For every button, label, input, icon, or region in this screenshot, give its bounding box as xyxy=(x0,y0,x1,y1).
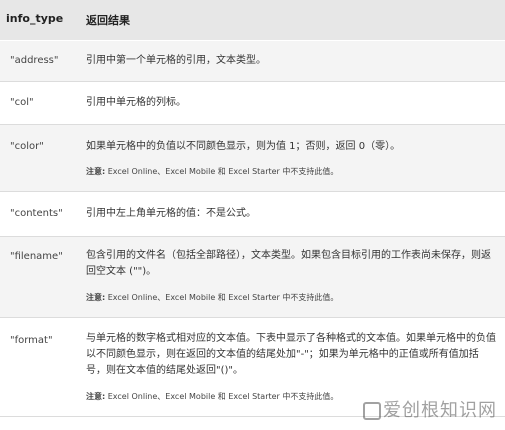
row-desc: 引用中第一个单元格的引用，文本类型。 xyxy=(86,55,266,66)
row-note: 注意: Excel Online、Excel Mobile 和 Excel St… xyxy=(86,292,338,303)
row-key: "col" xyxy=(10,97,34,108)
row-key: "color" xyxy=(10,141,44,152)
row-desc: 引用中左上角单元格的值：不是公式。 xyxy=(86,208,256,219)
row-note: 注意: Excel Online、Excel Mobile 和 Excel St… xyxy=(86,391,338,402)
row-desc: 与单元格的数字格式相对应的文本值。下表中显示了各种格式的文本值。如果单元格中的负… xyxy=(86,333,496,376)
row-desc: 如果单元格中的负值以不同颜色显示，则为值 1；否则，返回 0（零）。 xyxy=(86,141,401,152)
header-info-type: info_type xyxy=(6,12,64,25)
note-label: 注意: xyxy=(86,167,106,176)
watermark-logo: 爱创根知识网 xyxy=(363,396,497,422)
note-text: Excel Online、Excel Mobile 和 Excel Starte… xyxy=(105,293,339,302)
watermark-text: 爱创根知识网 xyxy=(383,400,497,421)
table-row: "filename" 包含引用的文件名（包括全部路径），文本类型。如果包含目标引… xyxy=(0,237,505,318)
header-return-result: 返回结果 xyxy=(86,14,130,27)
row-desc: 包含引用的文件名（包括全部路径），文本类型。如果包含目标引用的工作表尚未保存，则… xyxy=(86,250,491,277)
row-key: "address" xyxy=(10,55,59,66)
note-label: 注意: xyxy=(86,293,106,302)
table-row: "address" 引用中第一个单元格的引用，文本类型。 xyxy=(0,41,505,82)
row-key: "contents" xyxy=(10,208,63,219)
note-label: 注意: xyxy=(86,392,106,401)
table-header: info_type 返回结果 xyxy=(0,0,505,40)
row-key: "filename" xyxy=(10,251,63,262)
row-key: "format" xyxy=(10,335,53,346)
table-row: "col" 引用中单元格的列标。 xyxy=(0,82,505,125)
table-row: "contents" 引用中左上角单元格的值：不是公式。 xyxy=(0,192,505,237)
row-note: 注意: Excel Online、Excel Mobile 和 Excel St… xyxy=(86,166,338,177)
note-text: Excel Online、Excel Mobile 和 Excel Starte… xyxy=(105,167,339,176)
watermark-icon xyxy=(363,402,381,420)
note-text: Excel Online、Excel Mobile 和 Excel Starte… xyxy=(105,392,339,401)
row-desc: 引用中单元格的列标。 xyxy=(86,97,186,108)
table-row: "color" 如果单元格中的负值以不同颜色显示，则为值 1；否则，返回 0（零… xyxy=(0,125,505,192)
